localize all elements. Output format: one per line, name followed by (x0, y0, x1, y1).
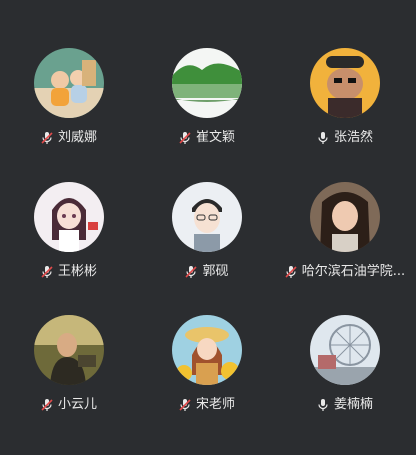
mic-muted-icon[interactable] (41, 131, 53, 145)
participant-tile[interactable]: 姜楠楠 (276, 315, 414, 455)
photo-lake-icon (172, 48, 242, 118)
participant-tile[interactable]: 刘威娜 (0, 48, 138, 188)
mic-muted-icon[interactable] (41, 398, 53, 412)
participant-tile[interactable]: 哈尔滨石油学院... (276, 182, 414, 322)
photo-woman-icon (310, 182, 380, 252)
cartoon-man-icon (172, 182, 242, 252)
mic-muted-icon[interactable] (41, 265, 53, 279)
photo-children-icon (34, 48, 104, 118)
avatar (310, 48, 380, 118)
painting-sunflower-girl-icon (172, 315, 242, 385)
mic-muted-icon[interactable] (285, 265, 297, 279)
participant-label: 张浩然 (317, 130, 373, 146)
avatar (310, 315, 380, 385)
participant-label: 刘威娜 (41, 130, 97, 146)
participant-label: 小云儿 (41, 397, 97, 413)
participant-grid: 刘威娜 崔文颖 张浩然 王彬彬 郭砚 哈尔滨石油学院... 小云儿 宋老师 姜楠… (0, 0, 416, 445)
photo-dog-icon (310, 48, 380, 118)
participant-label: 宋老师 (179, 397, 235, 413)
participant-name: 张浩然 (333, 130, 373, 145)
participant-label: 郭砚 (185, 264, 229, 280)
photo-ferris-wheel-icon (310, 315, 380, 385)
participant-tile[interactable]: 崔文颖 (138, 48, 276, 188)
participant-name: 哈尔滨石油学院... (301, 264, 406, 279)
mic-muted-icon[interactable] (185, 265, 198, 279)
participant-name: 郭砚 (202, 264, 229, 279)
participant-tile[interactable]: 张浩然 (276, 48, 414, 188)
avatar (172, 315, 242, 385)
avatar (310, 182, 380, 252)
participant-name: 崔文颖 (195, 130, 235, 145)
avatar (172, 182, 242, 252)
participant-label: 崔文颖 (179, 130, 235, 146)
avatar (34, 48, 104, 118)
participant-tile[interactable]: 小云儿 (0, 315, 138, 455)
participant-name: 刘威娜 (57, 130, 97, 145)
cartoon-girl-icon (34, 182, 104, 252)
participant-name: 小云儿 (57, 397, 97, 412)
mic-muted-icon[interactable] (179, 398, 191, 412)
avatar (34, 182, 104, 252)
participant-name: 宋老师 (195, 397, 235, 412)
mic-icon[interactable] (317, 131, 329, 145)
participant-label: 王彬彬 (41, 264, 97, 280)
participant-name: 王彬彬 (57, 264, 97, 279)
participant-label: 哈尔滨石油学院... (285, 264, 405, 280)
mic-icon[interactable] (317, 398, 329, 412)
participant-tile[interactable]: 郭砚 (138, 182, 276, 322)
avatar (172, 48, 242, 118)
mic-muted-icon[interactable] (179, 131, 191, 145)
participant-tile[interactable]: 王彬彬 (0, 182, 138, 322)
photo-portrait-icon (34, 315, 104, 385)
participant-tile[interactable]: 宋老师 (138, 315, 276, 455)
avatar (34, 315, 104, 385)
participant-label: 姜楠楠 (317, 397, 373, 413)
participant-name: 姜楠楠 (333, 397, 373, 412)
